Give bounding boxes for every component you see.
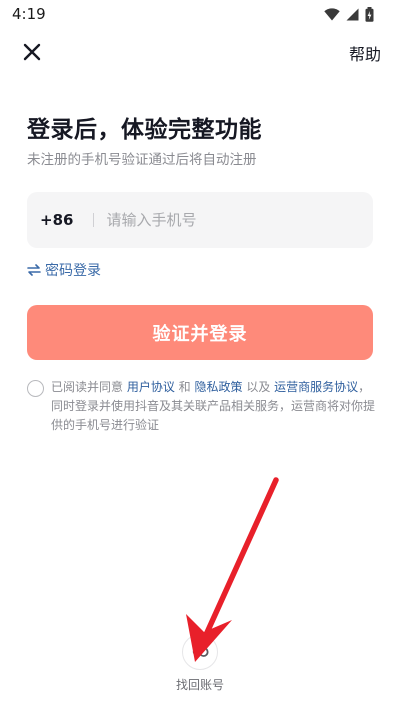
- arrow-shaft: [202, 477, 279, 640]
- swap-icon: [27, 264, 41, 276]
- phone-input-group: +86: [27, 192, 373, 248]
- verify-login-button[interactable]: 验证并登录: [27, 305, 373, 360]
- operator-agreement-link[interactable]: 运营商服务协议: [274, 380, 358, 394]
- password-login-link[interactable]: 密码登录: [27, 260, 101, 280]
- signal-icon: [346, 8, 359, 21]
- user-agreement-link[interactable]: 用户协议: [127, 380, 175, 394]
- password-login-label: 密码登录: [45, 263, 101, 279]
- agreement-also: 以及: [242, 380, 275, 394]
- agreement-checkbox[interactable]: [27, 380, 44, 397]
- recover-account[interactable]: 找回账号: [168, 634, 232, 693]
- wifi-icon: [324, 8, 340, 21]
- help-button[interactable]: 帮助: [349, 41, 381, 65]
- divider: [93, 213, 95, 227]
- recover-account-label[interactable]: 找回账号: [168, 676, 232, 693]
- country-code-selector[interactable]: +86: [40, 211, 73, 229]
- agreement-text: 已阅读并同意 用户协议 和 隐私政策 以及 运营商服务协议，同时登录并使用抖音及…: [51, 378, 377, 435]
- privacy-policy-link[interactable]: 隐私政策: [194, 380, 242, 394]
- page-title: 登录后，体验完整功能: [27, 117, 262, 143]
- recover-account-button[interactable]: [182, 634, 218, 670]
- status-time: 4:19: [12, 5, 46, 23]
- close-icon: [23, 43, 41, 61]
- agreement-prefix: 已阅读并同意: [51, 380, 127, 394]
- status-icons: [324, 7, 374, 22]
- agreement-and: 和: [174, 380, 195, 394]
- user-refresh-icon: [192, 646, 209, 657]
- battery-icon: [365, 7, 374, 22]
- phone-input[interactable]: [104, 210, 349, 230]
- close-button[interactable]: [18, 38, 46, 66]
- subtitle: 未注册的手机号验证通过后将自动注册: [27, 152, 257, 168]
- status-bar: 4:19: [0, 0, 400, 30]
